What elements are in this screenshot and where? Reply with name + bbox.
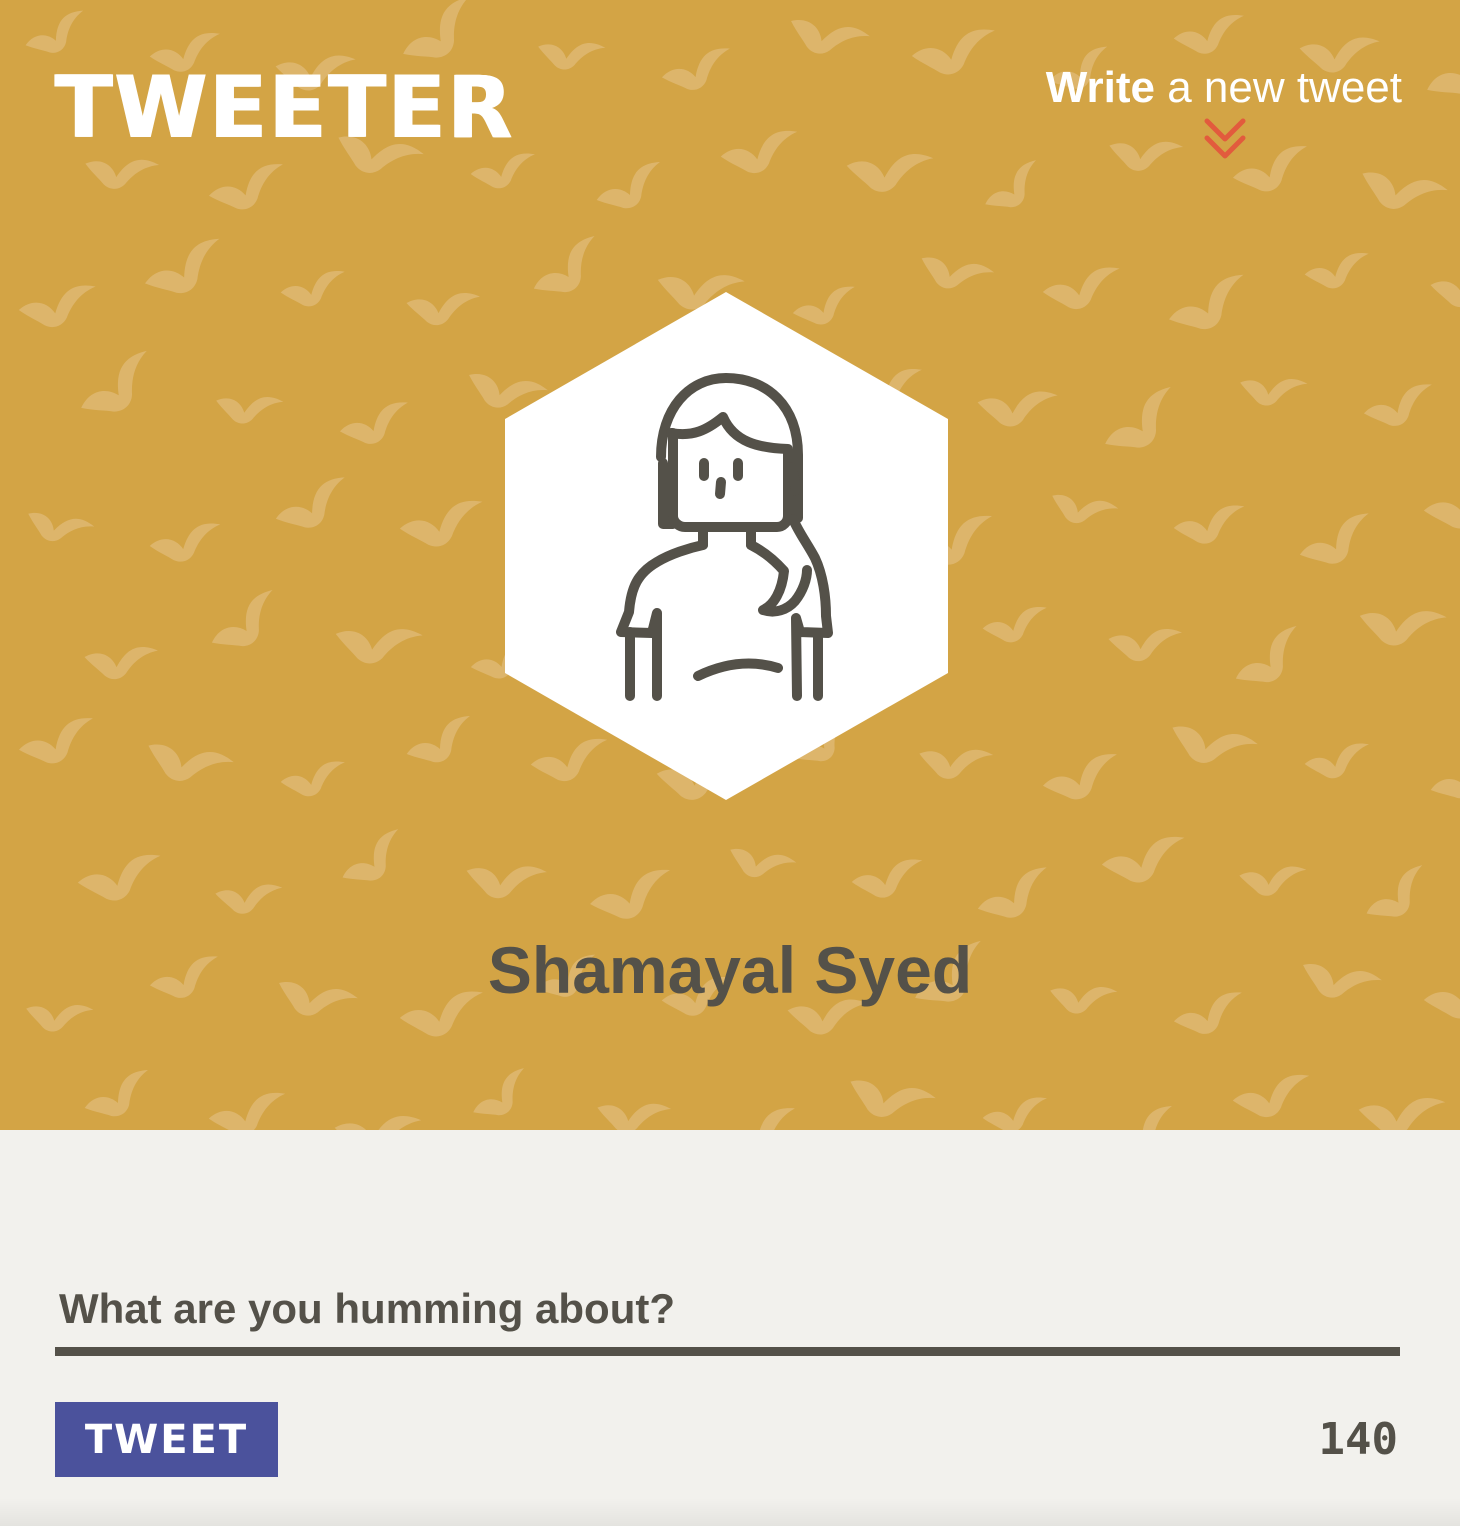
bird-pattern-icon xyxy=(981,606,1050,645)
bird-pattern-icon xyxy=(71,349,166,427)
bird-pattern-icon xyxy=(910,28,998,77)
bird-pattern-icon xyxy=(717,1106,802,1130)
woman-avatar-icon xyxy=(505,292,948,800)
bird-pattern-icon xyxy=(1163,707,1259,782)
bird-pattern-icon xyxy=(1041,266,1123,312)
bottom-shadow xyxy=(0,1498,1460,1526)
bird-pattern-icon xyxy=(1355,1088,1446,1130)
bird-pattern-icon xyxy=(202,588,291,660)
bird-pattern-icon xyxy=(1105,620,1183,667)
chevron-double-down-icon[interactable] xyxy=(1204,118,1246,162)
bird-pattern-icon xyxy=(593,1089,672,1130)
bird-pattern-icon xyxy=(1236,366,1308,415)
bird-pattern-icon xyxy=(138,236,232,304)
bird-pattern-icon xyxy=(1303,252,1372,291)
bird-pattern-icon xyxy=(403,284,481,331)
bird-pattern-icon xyxy=(336,400,414,450)
tweet-text-input[interactable] xyxy=(55,1270,1400,1356)
bird-pattern-icon xyxy=(1303,742,1372,781)
bird-pattern-icon xyxy=(971,865,1059,928)
bird-pattern-icon xyxy=(15,716,100,769)
bird-pattern-icon xyxy=(1172,504,1247,546)
bird-pattern-icon xyxy=(331,1106,422,1130)
bird-pattern-icon xyxy=(719,129,801,176)
bird-pattern-icon xyxy=(591,160,671,218)
bird-pattern-icon xyxy=(981,1096,1050,1130)
bird-pattern-icon xyxy=(1360,382,1438,432)
bird-pattern-icon xyxy=(139,725,235,800)
bird-pattern-icon xyxy=(461,851,548,909)
bird-pattern-icon xyxy=(977,158,1051,219)
bird-pattern-icon xyxy=(1095,385,1190,463)
profile-name: Shamayal Syed xyxy=(487,933,973,1007)
bird-pattern-icon xyxy=(1293,511,1381,574)
bird-pattern-icon xyxy=(79,1068,159,1126)
bird-pattern-icon xyxy=(1105,127,1184,181)
bird-pattern-icon xyxy=(205,162,290,215)
bird-pattern-icon xyxy=(1231,1073,1313,1120)
bird-pattern-icon xyxy=(974,382,1058,433)
bird-pattern-icon xyxy=(330,612,424,675)
compose-link-strong-text: Write xyxy=(1045,63,1155,112)
bird-pattern-icon xyxy=(1425,750,1460,808)
bird-pattern-icon xyxy=(1427,266,1460,313)
bird-pattern-icon xyxy=(1226,624,1315,696)
bird-pattern-icon xyxy=(279,760,348,799)
bird-pattern-icon xyxy=(401,714,481,772)
bird-pattern-icon xyxy=(1162,272,1256,340)
bird-pattern-icon xyxy=(1358,863,1439,930)
bird-pattern-icon xyxy=(723,834,797,892)
tweet-composer: TWEET 140 xyxy=(55,1130,1400,1526)
bird-pattern-icon xyxy=(75,853,164,904)
bird-pattern-icon xyxy=(17,284,99,330)
bird-pattern-icon xyxy=(534,30,606,79)
bird-pattern-icon xyxy=(841,1061,937,1130)
bird-pattern-icon xyxy=(1417,31,1460,109)
bird-pattern-icon xyxy=(1354,594,1448,657)
bird-pattern-icon xyxy=(81,638,159,685)
bird-pattern-icon xyxy=(1039,752,1124,805)
bird-pattern-icon xyxy=(1099,835,1188,886)
bird-pattern-icon xyxy=(1172,14,1247,57)
profile-header: TWEETER Write a new tweet Shamayal Syed xyxy=(0,0,1460,1130)
bird-pattern-icon xyxy=(212,384,284,433)
bird-pattern-icon xyxy=(20,9,93,61)
bird-pattern-icon xyxy=(1237,859,1307,901)
bird-pattern-icon xyxy=(783,2,871,71)
bird-pattern-icon xyxy=(279,270,348,309)
tweet-button[interactable]: TWEET xyxy=(55,1402,278,1477)
bird-pattern-icon xyxy=(207,1091,289,1130)
bird-pattern-icon xyxy=(1103,1104,1183,1130)
bird-pattern-icon xyxy=(850,858,925,900)
bird-pattern-icon xyxy=(1353,153,1449,228)
bird-pattern-icon xyxy=(843,144,934,199)
bird-pattern-icon xyxy=(148,522,223,564)
character-counter: 140 xyxy=(1318,1414,1398,1465)
write-new-tweet-link[interactable]: Write a new tweet xyxy=(1046,62,1402,114)
app-logo[interactable]: TWEETER xyxy=(55,62,514,154)
compose-link-rest-text: a new tweet xyxy=(1154,63,1402,112)
bird-pattern-icon xyxy=(1421,481,1460,532)
bird-pattern-icon xyxy=(269,475,357,538)
bird-pattern-icon xyxy=(658,46,736,96)
bird-pattern-icon xyxy=(21,498,95,556)
bird-pattern-icon xyxy=(397,499,486,550)
bird-pattern-icon xyxy=(469,152,538,191)
bird-pattern-icon xyxy=(1045,480,1119,538)
bird-pattern-icon xyxy=(213,877,283,919)
bird-pattern-icon xyxy=(465,1066,539,1127)
bird-pattern-icon xyxy=(334,827,415,894)
bird-pattern-icon xyxy=(586,868,678,925)
